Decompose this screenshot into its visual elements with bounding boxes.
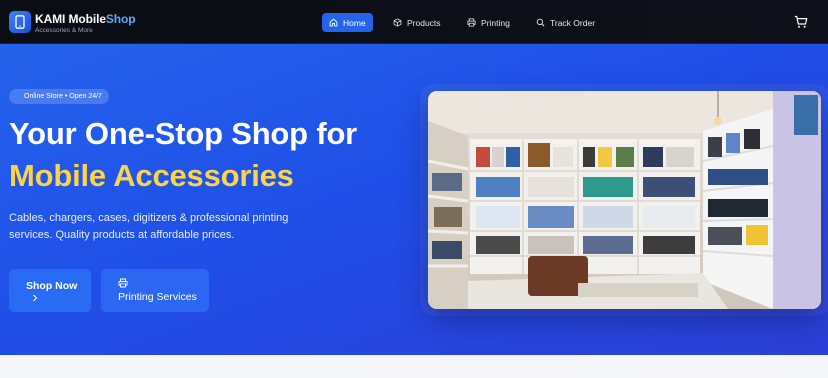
hero-title-line2: Mobile Accessories [9, 158, 294, 193]
nav-products[interactable]: Products [386, 13, 448, 32]
cart-icon[interactable] [794, 15, 808, 29]
printer-icon [118, 278, 128, 288]
hero-subtitle: Cables, chargers, cases, digitizers & pr… [9, 212, 289, 241]
nav-printing[interactable]: Printing [460, 13, 517, 32]
brand-name[interactable]: KAMI MobileShop [35, 12, 136, 26]
shop-now-label: Shop Now [26, 280, 78, 292]
search-icon [536, 18, 545, 27]
nav-products-label: Products [407, 17, 441, 28]
chevron-right-icon [32, 294, 38, 304]
nav-home[interactable]: Home [322, 13, 373, 32]
nav-track-order[interactable]: Track Order [529, 13, 602, 32]
status-badge: Online Store • Open 24/7 [9, 89, 109, 104]
page-content-strip [0, 355, 828, 378]
brand-tagline: Accessories & More [35, 27, 93, 34]
status-badge-label: Online Store • Open 24/7 [24, 93, 102, 100]
shop-interior-photo [428, 91, 821, 309]
home-icon [329, 18, 338, 27]
box-icon [393, 18, 402, 27]
printing-services-button[interactable]: Printing Services [101, 269, 209, 312]
top-navbar: KAMI MobileShop Accessories & More Home … [0, 0, 828, 44]
nav-printing-label: Printing [481, 17, 510, 28]
phone-icon[interactable] [9, 11, 31, 33]
shop-now-button[interactable]: Shop Now [9, 269, 91, 312]
nav-home-label: Home [343, 17, 366, 28]
printing-services-label: Printing Services [118, 291, 197, 303]
hero-section: Online Store • Open 24/7 Your One-Stop S… [0, 44, 828, 355]
printer-icon [467, 18, 476, 27]
nav-track-order-label: Track Order [550, 17, 596, 28]
status-dot-icon [15, 94, 20, 99]
hero-title-line1: Your One-Stop Shop for [9, 116, 358, 151]
